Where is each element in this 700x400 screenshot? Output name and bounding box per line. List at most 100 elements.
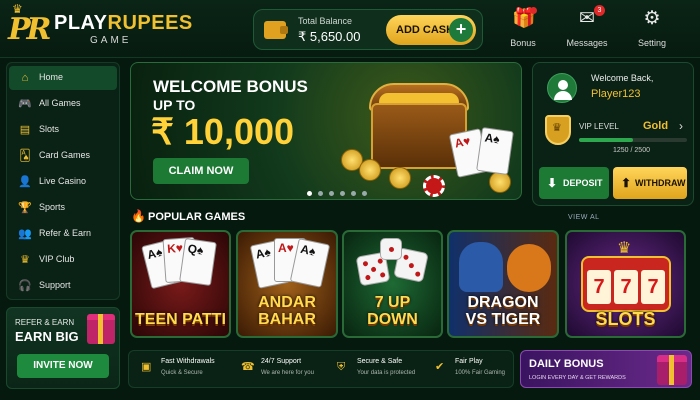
slot-reel: 7 [614,270,638,304]
carousel-dots [307,191,367,197]
carousel-dot[interactable] [340,191,345,196]
sidebar-nav: ⌂ Home 🎮 All Games ▤ Slots 🂡 Card Games 👤 Liv… [6,62,120,300]
card-icon: Q♠ [179,237,217,287]
view-all-link[interactable]: VIEW AL [568,214,600,221]
sidebar-item-home[interactable]: ⌂ Home [9,66,117,90]
sidebar-item-label: VIP Club [39,254,75,264]
settings-label: Setting [637,38,667,48]
username: Player123 [591,88,641,100]
game-title: TEEN PATTI [135,311,226,328]
game-title: DRAGON VS TIGER [465,294,541,328]
refer-title: EARN BIG [15,329,79,344]
card-ace-spades: A♠ [476,126,514,176]
feature-subtitle: 100% Fair Gaming [455,370,506,376]
vip-level-label: VIP LEVEL [579,122,619,131]
logo-mark: PR [8,12,52,47]
vip-progress-text: 1250 / 2500 [613,147,650,154]
shield-check-icon: ✔ [435,361,445,373]
vip-progress-bar [579,138,687,142]
sidebar-item-all-games[interactable]: 🎮 All Games [9,92,117,116]
dragon-icon [459,242,503,292]
carousel-dot[interactable] [329,191,334,196]
game-card-teen-patti[interactable]: A♠ K♥ Q♠ TEEN PATTI [130,230,231,338]
sidebar-item-live-casino[interactable]: 👤 Live Casino [9,170,117,194]
sidebar-item-slots[interactable]: ▤ Slots [9,118,117,142]
gift-box-icon [657,355,687,385]
coin-icon [359,159,381,181]
sidebar-item-support[interactable]: 🎧 Support [9,274,117,298]
wallet-icon: ▣ [141,361,152,373]
balance-value: ₹ 5,650.00 [298,29,361,44]
tiger-icon [507,244,551,292]
feature-subtitle: We are here for you [261,370,314,376]
game-title: SLOTS [595,309,656,329]
sidebar-item-refer-earn[interactable]: 👥 Refer & Earn [9,222,117,246]
feature-title: Secure & Safe [357,358,403,365]
die-icon [380,238,402,260]
features-bar: ▣ Fast Withdrawals Quick & Secure ☎ 24/7… [128,350,514,388]
deposit-icon: ⬇ [547,176,558,190]
daily-bonus-subtitle: LOGIN EVERY DAY & GET REWARDS [529,375,626,381]
headset-icon: 🎧 [18,280,32,292]
sidebar-item-sports[interactable]: 🏆 Sports [9,196,117,220]
shield-icon: ⛨ [337,361,346,373]
feature-title: 24/7 Support [261,358,302,365]
sidebar-item-label: All Games [39,98,81,108]
game-card-andar-bahar[interactable]: A♠ A♥ A♠ ANDAR BAHAR [236,230,338,338]
deposit-label: DEPOSIT [563,178,603,188]
deposit-button[interactable]: ⬇ DEPOSIT [539,167,609,199]
banner-amount: ₹ 10,000 [151,111,295,152]
coin-icon [389,167,411,189]
sidebar-item-card-games[interactable]: 🂡 Card Games [9,144,117,168]
chevron-right-icon[interactable]: › [679,119,683,133]
welcome-bonus-banner[interactable]: WELCOME BONUS UP TO ₹ 10,000 CLAIM NOW A… [130,62,522,200]
crown-icon: ♛ [20,254,30,266]
popular-games-title: POPULAR GAMES [148,211,246,223]
claim-now-button[interactable]: CLAIM NOW [153,158,249,184]
game-title: ANDAR BAHAR [258,294,316,328]
sidebar-item-label: Card Games [39,150,91,160]
game-card-slots[interactable]: 7 7 7 ♛ SLOTS [565,230,686,338]
avatar[interactable] [547,73,577,103]
balance-widget: Total Balance ₹ 5,650.00 ADD CASH + [253,9,483,50]
coin-icon [489,171,511,193]
daily-bonus-title: DAILY BONUS [529,358,604,370]
refer-earn-card: REFER & EARN EARN BIG INVITE NOW [6,307,120,389]
welcome-text: Welcome Back, [591,73,654,83]
carousel-dot[interactable] [362,191,367,196]
banner-title: WELCOME BONUS [153,77,308,96]
settings-button[interactable]: ⚙ Setting [626,8,678,52]
gear-icon: ⚙ [643,8,661,29]
sidebar-item-vip-club[interactable]: ♛ VIP Club [9,248,117,272]
gift-box-icon [87,314,115,344]
vip-level-value: Gold [643,120,669,132]
sidebar-item-label: Home [39,72,64,82]
slots-icon: ▤ [19,124,31,136]
sidebar-item-label: Sports [39,202,66,212]
messages-button[interactable]: ✉ 3 Messages [561,5,613,52]
withdraw-icon: ⬆ [621,176,632,190]
withdraw-button[interactable]: ⬆ WITHDRAW [613,167,687,199]
invite-now-button[interactable]: INVITE NOW [17,354,109,378]
dealer-icon: 👤 [18,176,32,188]
game-card-dragon-vs-tiger[interactable]: DRAGON VS TIGER [447,230,559,338]
users-icon: 👥 [18,228,32,240]
app-logo[interactable]: ♛ PR PLAYRUPEES GAME [8,2,192,50]
daily-bonus-banner[interactable]: DAILY BONUS LOGIN EVERY DAY & GET REWARD… [520,350,692,388]
sidebar-item-label: Support [39,280,71,290]
add-cash-button[interactable]: ADD CASH + [386,15,476,45]
plus-icon: + [449,18,473,42]
bonus-button[interactable]: 🎁 Bonus [497,7,549,52]
carousel-dot[interactable] [307,191,312,196]
balance-label: Total Balance [298,16,353,26]
game-card-7-up-down[interactable]: 7 UP DOWN [342,230,443,338]
trophy-icon: 🏆 [18,202,32,214]
vip-shield-icon [545,115,571,145]
sidebar-item-label: Refer & Earn [39,228,92,238]
notification-dot [530,7,537,14]
carousel-dot[interactable] [318,191,323,196]
carousel-dot[interactable] [351,191,356,196]
withdraw-label: WITHDRAW [635,178,686,188]
feature-subtitle: Quick & Secure [161,370,203,376]
sidebar-item-label: Live Casino [39,176,87,186]
